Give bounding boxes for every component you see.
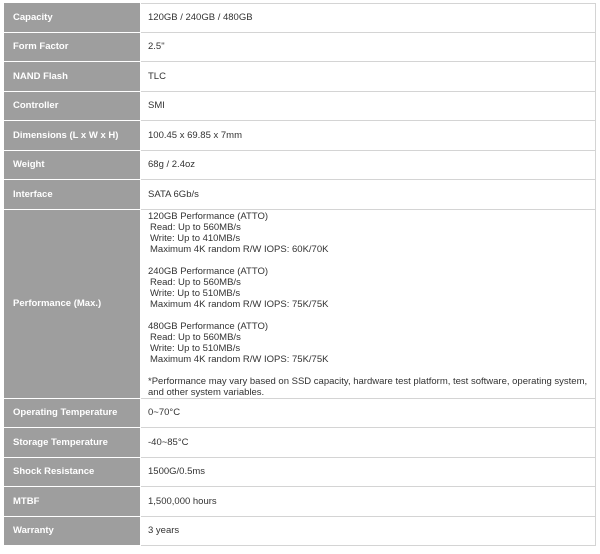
performance-write: Write: Up to 510MB/s — [150, 287, 241, 299]
spec-row-performance: Performance (Max.) 120GB Performance (AT… — [4, 209, 596, 399]
performance-iops: Maximum 4K random R/W IOPS: 75K/75K — [150, 353, 329, 365]
spec-value-interface: SATA 6Gb/s — [141, 180, 596, 210]
spec-table: Capacity 120GB / 240GB / 480GB Form Fact… — [4, 3, 596, 546]
spec-label-shock-resistance: Shock Resistance — [4, 457, 141, 487]
performance-note: *Performance may vary based on SSD capac… — [148, 375, 588, 398]
spec-value-warranty: 3 years — [141, 516, 596, 546]
spec-label-dimensions: Dimensions (L x W x H) — [4, 121, 141, 151]
performance-iops: Maximum 4K random R/W IOPS: 60K/70K — [150, 243, 329, 255]
spec-value-form-factor: 2.5" — [141, 32, 596, 62]
performance-group-120gb: 120GB Performance (ATTO) Read: Up to 560… — [148, 211, 595, 255]
spec-row-controller: Controller SMI — [4, 91, 596, 121]
performance-write: Write: Up to 510MB/s — [150, 342, 241, 354]
spec-value-weight: 68g / 2.4oz — [141, 150, 596, 180]
spec-row-storage-temperature: Storage Temperature -40~85°C — [4, 428, 596, 458]
spec-value-shock-resistance: 1500G/0.5ms — [141, 457, 596, 487]
spec-label-controller: Controller — [4, 91, 141, 121]
performance-group-heading: 480GB Performance (ATTO) — [148, 320, 269, 332]
spec-value-dimensions: 100.45 x 69.85 x 7mm — [141, 121, 596, 151]
performance-read: Read: Up to 560MB/s — [150, 331, 241, 343]
performance-iops: Maximum 4K random R/W IOPS: 75K/75K — [150, 298, 329, 310]
spec-label-mtbf: MTBF — [4, 487, 141, 517]
spec-value-operating-temperature: 0~70°C — [141, 398, 596, 428]
spec-value-capacity: 120GB / 240GB / 480GB — [141, 3, 596, 33]
performance-group-480gb: 480GB Performance (ATTO) Read: Up to 560… — [148, 321, 595, 365]
performance-group-heading: 120GB Performance (ATTO) — [148, 210, 269, 222]
spec-row-mtbf: MTBF 1,500,000 hours — [4, 487, 596, 517]
spec-label-performance: Performance (Max.) — [4, 209, 141, 399]
performance-group-heading: 240GB Performance (ATTO) — [148, 265, 269, 277]
spec-value-performance: 120GB Performance (ATTO) Read: Up to 560… — [141, 209, 596, 399]
spec-value-nand-flash: TLC — [141, 62, 596, 92]
spec-label-weight: Weight — [4, 150, 141, 180]
spec-value-mtbf: 1,500,000 hours — [141, 487, 596, 517]
performance-write: Write: Up to 410MB/s — [150, 232, 241, 244]
spec-row-interface: Interface SATA 6Gb/s — [4, 180, 596, 210]
spec-value-controller: SMI — [141, 91, 596, 121]
spec-label-storage-temperature: Storage Temperature — [4, 428, 141, 458]
performance-read: Read: Up to 560MB/s — [150, 221, 241, 233]
spec-row-warranty: Warranty 3 years — [4, 516, 596, 546]
spec-label-warranty: Warranty — [4, 516, 141, 546]
performance-group-240gb: 240GB Performance (ATTO) Read: Up to 560… — [148, 266, 595, 310]
spec-label-nand-flash: NAND Flash — [4, 62, 141, 92]
spec-row-form-factor: Form Factor 2.5" — [4, 32, 596, 62]
performance-details: 120GB Performance (ATTO) Read: Up to 560… — [148, 210, 595, 398]
spec-value-storage-temperature: -40~85°C — [141, 428, 596, 458]
spec-label-interface: Interface — [4, 180, 141, 210]
performance-read: Read: Up to 560MB/s — [150, 276, 241, 288]
spec-label-form-factor: Form Factor — [4, 32, 141, 62]
spec-row-shock-resistance: Shock Resistance 1500G/0.5ms — [4, 457, 596, 487]
spec-row-dimensions: Dimensions (L x W x H) 100.45 x 69.85 x … — [4, 121, 596, 151]
spec-row-nand-flash: NAND Flash TLC — [4, 62, 596, 92]
spec-label-operating-temperature: Operating Temperature — [4, 398, 141, 428]
spec-label-capacity: Capacity — [4, 3, 141, 33]
spec-row-capacity: Capacity 120GB / 240GB / 480GB — [4, 3, 596, 33]
spec-row-operating-temperature: Operating Temperature 0~70°C — [4, 398, 596, 428]
spec-row-weight: Weight 68g / 2.4oz — [4, 150, 596, 180]
